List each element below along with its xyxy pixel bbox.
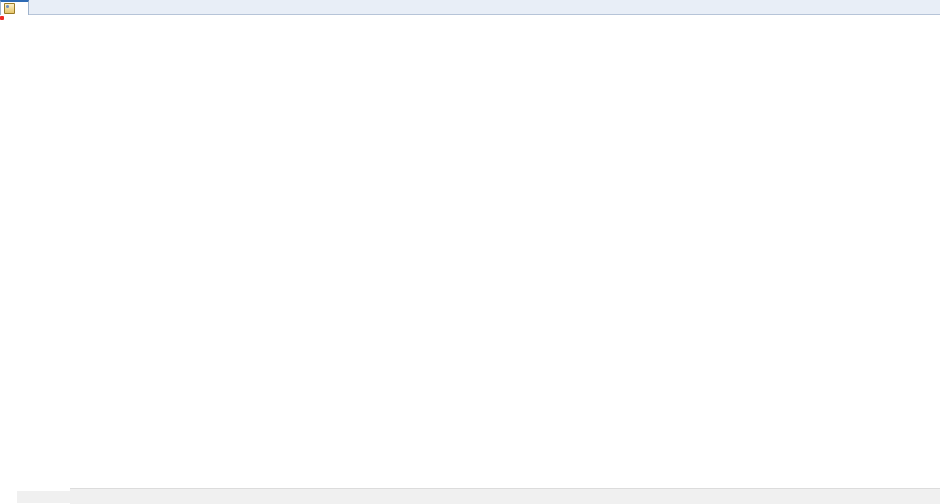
editor-tab-digestauthenticationprovider[interactable] <box>0 0 29 15</box>
scroll-right-arrow-icon[interactable] <box>924 491 938 503</box>
editor-tab-bar <box>0 0 940 15</box>
scroll-left-arrow-icon[interactable] <box>2 491 16 503</box>
code-editor[interactable] <box>0 16 940 488</box>
horizontal-scrollbar[interactable] <box>0 488 940 504</box>
eclipse-editor-window <box>0 0 940 504</box>
line-number-gutter <box>0 16 66 488</box>
scrollbar-track[interactable] <box>17 491 923 503</box>
java-class-file-icon <box>4 3 15 14</box>
